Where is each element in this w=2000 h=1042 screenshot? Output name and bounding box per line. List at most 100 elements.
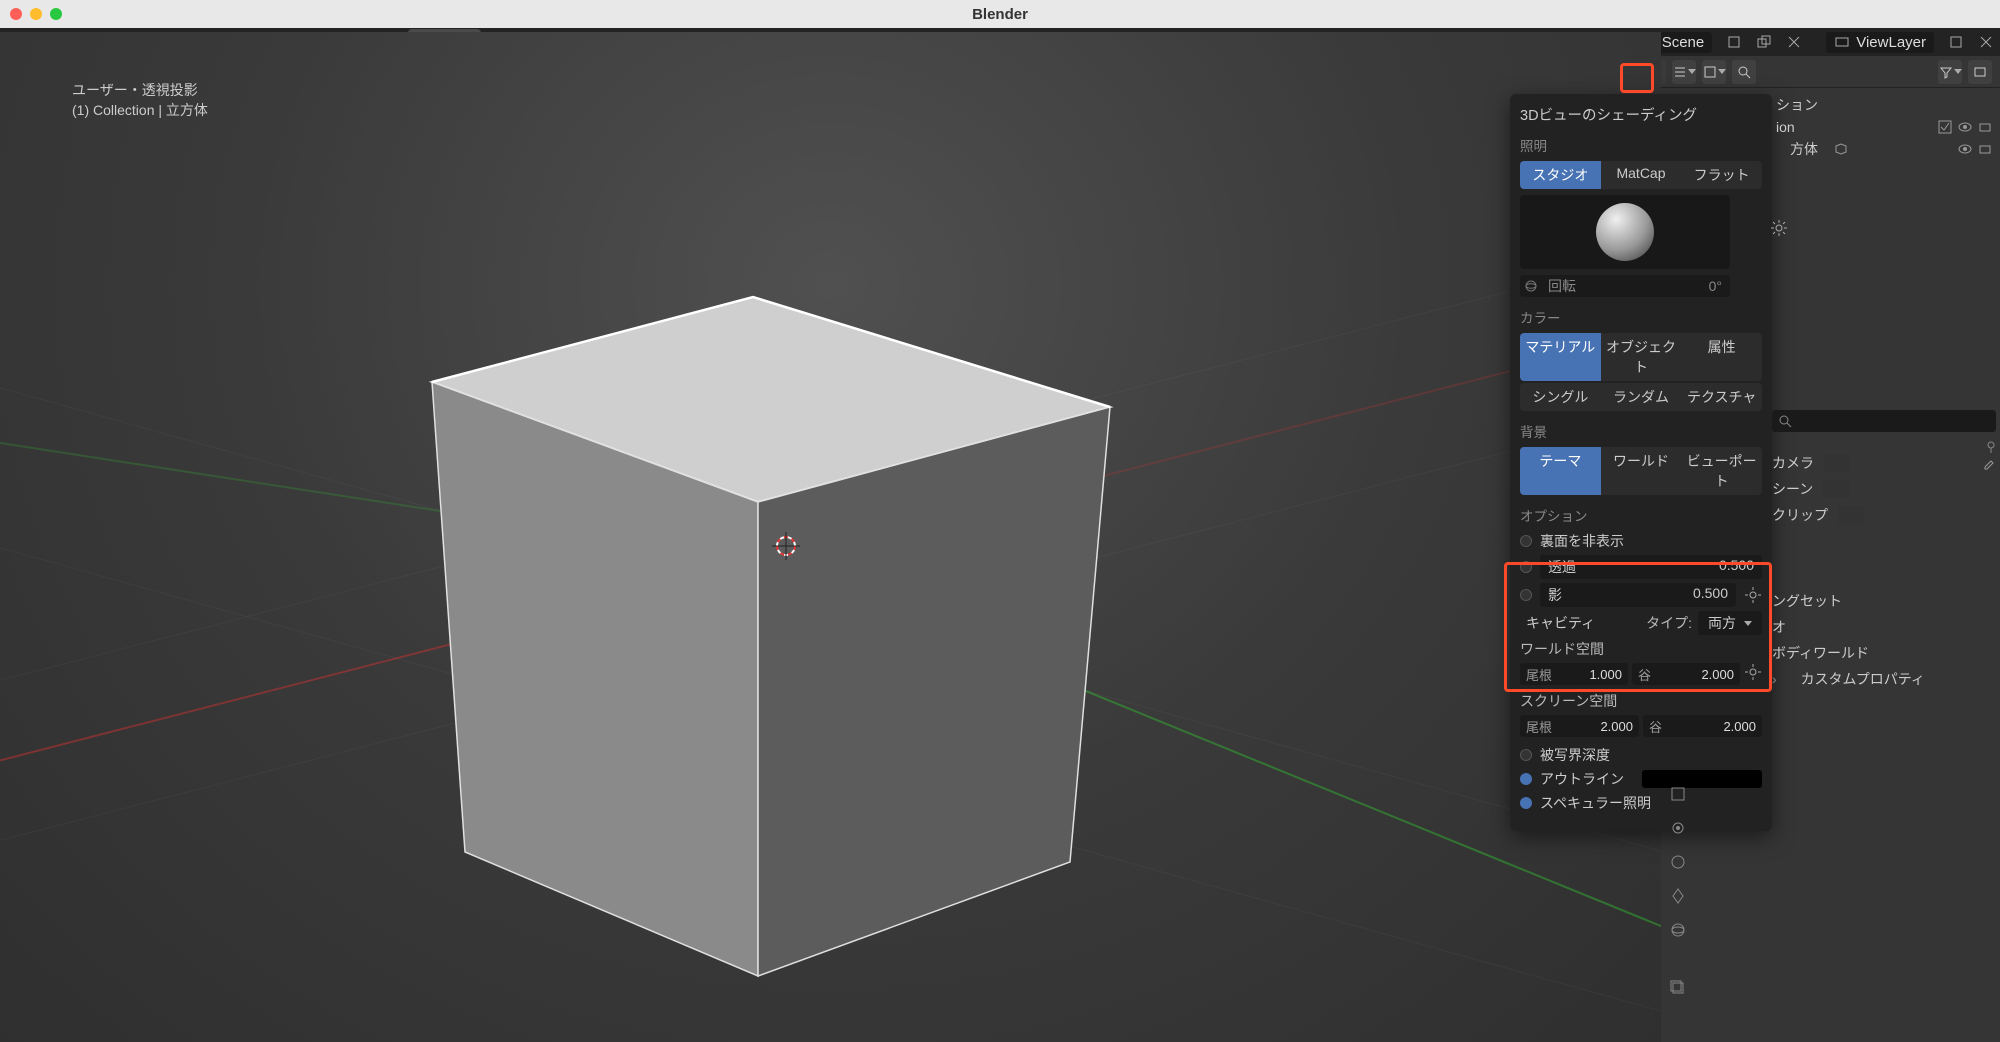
outliner-row-cube[interactable]: 方体 <box>1772 138 1996 160</box>
cavity-type-selector[interactable]: 両方 <box>1698 611 1762 635</box>
prop-scene[interactable]: シーン <box>1772 476 1996 502</box>
rotation-label: 回転 <box>1542 276 1709 296</box>
rotation-field[interactable]: 回転 0° <box>1520 275 1730 297</box>
world-valley-value: 2.000 <box>1701 667 1734 682</box>
world-ridge-field[interactable]: 尾根1.000 <box>1520 663 1628 685</box>
outliner-row2-label: 方体 <box>1790 139 1818 159</box>
shading-popover: 3Dビューのシェーディング 照明 スタジオ MatCap フラット 回転 0° … <box>1510 94 1772 831</box>
outliner-row-item1[interactable]: ion <box>1772 116 1996 138</box>
scene-name: Scene <box>1662 34 1705 51</box>
xray-row[interactable]: 透過 0.500 <box>1520 555 1762 579</box>
dof-toggle[interactable]: 被写界深度 <box>1520 745 1762 765</box>
close-window-button[interactable] <box>10 8 22 20</box>
cavity-type-value: 両方 <box>1708 613 1736 633</box>
minimize-window-button[interactable] <box>30 8 42 20</box>
new-scene-icon[interactable] <box>1726 34 1742 50</box>
eyedropper-icon[interactable] <box>1982 456 1996 470</box>
backface-culling-toggle[interactable]: 裏面を非表示 <box>1520 531 1762 551</box>
camera-icon[interactable] <box>1978 120 1992 134</box>
prop-tab-world[interactable] <box>1666 918 1690 942</box>
studio-light-preview[interactable] <box>1520 195 1730 269</box>
specular-label: スペキュラー照明 <box>1540 793 1651 813</box>
maximize-window-button[interactable] <box>50 8 62 20</box>
outliner-row-collection[interactable]: ション <box>1772 94 1996 116</box>
delete-viewlayer-icon[interactable] <box>1978 34 1994 50</box>
outliner-filter-toggle[interactable] <box>1938 60 1962 84</box>
shadow-label: 影 <box>1548 585 1562 605</box>
screen-valley-value: 2.000 <box>1723 719 1756 734</box>
world-valley-field[interactable]: 谷2.000 <box>1632 663 1740 685</box>
screen-valley-field[interactable]: 谷2.000 <box>1643 715 1762 737</box>
color-random[interactable]: ランダム <box>1601 383 1682 411</box>
3d-cursor-icon <box>772 532 800 560</box>
pin-icon[interactable] <box>1984 440 1998 454</box>
collection-label: (1) Collection | 立方体 <box>72 100 208 120</box>
outline-color-swatch[interactable] <box>1642 770 1762 788</box>
outline-label: アウトライン <box>1540 769 1624 789</box>
screen-ridge-label: 尾根 <box>1526 717 1552 736</box>
new-viewlayer-icon[interactable] <box>1948 34 1964 50</box>
shadow-value: 0.500 <box>1693 585 1728 605</box>
world-space-values: 尾根1.000 谷2.000 <box>1520 663 1762 685</box>
lighting-studio[interactable]: スタジオ <box>1520 161 1601 189</box>
default-cube[interactable] <box>280 182 1180 982</box>
3d-viewport[interactable]: ユーザー・透視投影 (1) Collection | 立方体 <box>0 32 1661 1042</box>
color-texture[interactable]: テクスチャ <box>1681 383 1762 411</box>
shadow-row[interactable]: 影 0.500 <box>1520 583 1762 607</box>
color-object[interactable]: オブジェクト <box>1601 333 1682 381</box>
outline-toggle[interactable]: アウトライン <box>1520 769 1762 789</box>
lighting-section-label: 照明 <box>1520 135 1762 155</box>
prop-rigidworld[interactable]: ボディワールド <box>1772 640 1996 666</box>
xray-label: 透過 <box>1548 557 1576 577</box>
prop-custom-label: カスタムプロパティ <box>1801 669 1925 689</box>
properties-tabs <box>1666 782 1690 1000</box>
prop-custom[interactable]: › カスタムプロパティ <box>1772 666 1996 692</box>
outliner-row0-label: ション <box>1776 95 1818 115</box>
background-world[interactable]: ワールド <box>1601 447 1682 495</box>
prop-camera[interactable]: カメラ <box>1772 450 1996 476</box>
viewlayer-selector[interactable]: ViewLayer <box>1826 32 1934 53</box>
prop-tab-object[interactable] <box>1666 976 1690 1000</box>
color-section-label: カラー <box>1520 307 1762 327</box>
prop-tab-output[interactable] <box>1666 816 1690 840</box>
viewport-info: ユーザー・透視投影 (1) Collection | 立方体 <box>72 80 208 120</box>
prop-camera-label: カメラ <box>1772 453 1814 473</box>
camera-icon[interactable] <box>1978 142 1992 156</box>
prop-audio[interactable]: オ <box>1772 614 1996 640</box>
prop-tab-viewlayer[interactable] <box>1666 850 1690 874</box>
duplicate-scene-icon[interactable] <box>1756 34 1772 50</box>
eye-icon[interactable] <box>1958 120 1972 134</box>
delete-scene-icon[interactable] <box>1786 34 1802 50</box>
color-attribute[interactable]: 属性 <box>1681 333 1762 381</box>
specular-toggle[interactable]: スペキュラー照明 <box>1520 793 1762 813</box>
lighting-matcap[interactable]: MatCap <box>1601 161 1682 189</box>
color-single[interactable]: シングル <box>1520 383 1601 411</box>
outliner-panel: ション ion 方体 カメラ シーン クリップ ングセット オ ボディワールド … <box>1772 94 1996 692</box>
xray-value: 0.500 <box>1719 557 1754 577</box>
checkbox-icon[interactable] <box>1938 120 1952 134</box>
prop-scene-label: シーン <box>1772 479 1813 499</box>
prop-tab-scene[interactable] <box>1666 884 1690 908</box>
outliner-new-collection[interactable] <box>1968 60 1992 84</box>
outliner-editor-selector[interactable] <box>1672 60 1696 84</box>
camera-prop-icon <box>1824 454 1850 472</box>
eye-icon[interactable] <box>1958 142 1972 156</box>
color-material[interactable]: マテリアル <box>1520 333 1601 381</box>
prop-clip[interactable]: クリップ <box>1772 502 1996 528</box>
world-space-settings-icon[interactable] <box>1744 663 1762 681</box>
cavity-toggle-row: キャビティ タイプ: 両方 <box>1520 611 1762 635</box>
screen-ridge-field[interactable]: 尾根2.000 <box>1520 715 1639 737</box>
shadow-settings-icon[interactable] <box>1744 586 1762 604</box>
search-icon <box>1778 414 1792 428</box>
viewlayer-icon <box>1834 34 1850 50</box>
prop-rigset[interactable]: ングセット <box>1772 588 1996 614</box>
properties-search[interactable] <box>1772 410 1996 432</box>
lighting-flat[interactable]: フラット <box>1681 161 1762 189</box>
outliner-search[interactable] <box>1732 60 1756 84</box>
prop-tab-render[interactable] <box>1666 782 1690 806</box>
world-space-label: ワールド空間 <box>1520 639 1762 659</box>
background-theme[interactable]: テーマ <box>1520 447 1601 495</box>
background-viewport[interactable]: ビューポート <box>1681 447 1762 495</box>
properties-panel: カメラ シーン クリップ ングセット オ ボディワールド › カスタムプロパティ <box>1772 450 1996 692</box>
outliner-display-mode[interactable] <box>1702 60 1726 84</box>
